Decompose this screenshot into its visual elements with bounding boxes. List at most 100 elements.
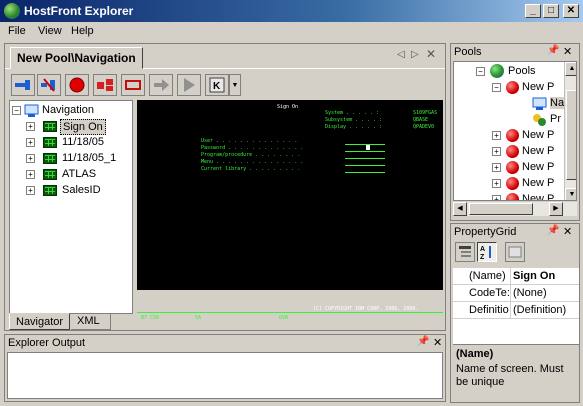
screen-sys-label: Subsystem . . . . : <box>325 117 383 123</box>
pin-icon[interactable]: 📌 <box>547 45 559 56</box>
property-value[interactable]: (None) <box>513 287 577 299</box>
terminal-screen-preview[interactable]: Sign On System . . . . . : Subsystem . .… <box>137 100 443 321</box>
maximize-button[interactable]: □ <box>543 4 559 18</box>
close-icon[interactable]: ✕ <box>433 336 442 349</box>
tree-item-label: SalesID <box>62 184 101 196</box>
expand-icon[interactable]: + <box>492 195 501 200</box>
screen-title: Sign On <box>277 104 299 110</box>
menu-file[interactable]: File <box>8 25 26 37</box>
screen-field-label: Current library . . . . . . . . . <box>201 166 301 172</box>
close-button[interactable]: ✕ <box>563 4 579 18</box>
scroll-left-icon[interactable]: ◀ <box>453 202 467 216</box>
tab-xml[interactable]: XML <box>71 313 111 330</box>
property-value[interactable]: Sign On <box>513 270 577 282</box>
loop-icon <box>125 80 141 90</box>
expand-icon[interactable]: + <box>26 186 35 195</box>
categorized-icon <box>459 246 471 257</box>
horizontal-scrollbar[interactable]: ◀ ▶ <box>453 202 577 216</box>
output-body[interactable] <box>7 352 443 399</box>
scroll-up-icon[interactable]: ▲ <box>565 62 576 76</box>
scroll-thumb[interactable] <box>566 90 576 180</box>
key-dropdown-button[interactable]: ▼ <box>229 74 241 96</box>
property-value[interactable]: (Definition) <box>513 304 577 316</box>
screen-input-line[interactable] <box>345 151 385 152</box>
property-row[interactable]: CodeTe: (None) <box>453 285 579 302</box>
tab-scroll-left-icon[interactable]: ◁ <box>397 49 405 60</box>
scroll-right-icon[interactable]: ▶ <box>549 202 563 216</box>
connect-button[interactable] <box>11 74 35 96</box>
menu-help[interactable]: Help <box>71 25 94 37</box>
tree-item[interactable]: + Sign On <box>10 119 130 135</box>
vertical-scrollbar[interactable]: ▲ ▼ <box>564 62 576 200</box>
screen-input-line[interactable] <box>345 172 385 173</box>
screen-icon <box>43 169 57 180</box>
expand-icon[interactable]: + <box>492 131 501 140</box>
property-row[interactable]: (Name) Sign On <box>453 268 579 285</box>
arrow-right-icon <box>154 79 169 91</box>
property-grid-title: PropertyGrid <box>454 226 517 238</box>
tree-item[interactable]: + ATLAS <box>10 167 130 183</box>
collapse-icon[interactable]: − <box>12 106 21 115</box>
screen-input-line[interactable] <box>345 144 385 145</box>
property-name: CodeTe: <box>469 287 510 299</box>
step-button[interactable] <box>149 74 173 96</box>
pool-child-label: Na <box>550 97 565 109</box>
property-pages-button[interactable] <box>505 242 525 262</box>
pin-icon[interactable]: 📌 <box>417 336 429 347</box>
expand-icon[interactable]: + <box>26 138 35 147</box>
pin-icon[interactable]: 📌 <box>547 225 559 236</box>
collapse-icon[interactable]: − <box>476 67 485 76</box>
pool-icon <box>506 129 519 142</box>
property-row[interactable]: Definitio (Definition) <box>453 302 579 319</box>
expand-icon[interactable]: + <box>26 154 35 163</box>
tab-navigator[interactable]: Navigator <box>9 313 71 330</box>
menu-view[interactable]: View <box>38 25 62 37</box>
pool-item-label: New P <box>522 129 555 141</box>
record-button[interactable] <box>65 74 89 96</box>
screen-field-label: Menu . . . . . . . . . . . . . . . <box>201 159 304 165</box>
pool-icon <box>506 161 519 174</box>
expand-icon[interactable]: + <box>26 122 35 131</box>
pool-item-label: New P <box>522 145 555 157</box>
refresh-button[interactable] <box>121 74 145 96</box>
screen-sys-value: QPADEV0 <box>413 124 435 130</box>
expand-icon[interactable]: + <box>26 170 35 179</box>
pool-item-label: New P <box>522 161 555 173</box>
tab-close-icon[interactable]: ✕ <box>426 47 436 61</box>
categorized-button[interactable] <box>455 242 475 262</box>
output-header: Explorer Output 📌 ✕ <box>5 335 445 351</box>
property-name: Definitio <box>469 304 509 316</box>
svg-text:Z: Z <box>480 254 485 260</box>
tab-navigation[interactable]: New Pool\Navigation <box>10 47 143 69</box>
column-divider[interactable] <box>510 302 511 319</box>
screen-input-line[interactable] <box>345 158 385 159</box>
disconnect-button[interactable] <box>37 74 61 96</box>
alphabetical-button[interactable]: AZ <box>477 242 497 262</box>
tree-item[interactable]: + 11/18/05_1 <box>10 151 130 167</box>
scroll-down-icon[interactable]: ▼ <box>565 188 576 200</box>
minimize-button[interactable]: _ <box>525 4 541 18</box>
column-divider[interactable] <box>510 268 511 285</box>
column-divider[interactable] <box>510 285 511 302</box>
screen-input-line[interactable] <box>345 165 385 166</box>
tree-item[interactable]: + 11/18/05 <box>10 135 130 151</box>
play-button[interactable] <box>177 74 201 96</box>
expand-icon[interactable]: + <box>492 179 501 188</box>
screen-sys-label: Display . . . . . : <box>325 124 383 130</box>
property-description-text: Name of screen. Must be unique <box>456 363 564 388</box>
expand-icon[interactable]: + <box>492 163 501 172</box>
collapse-icon[interactable]: − <box>492 83 501 92</box>
expand-icon[interactable]: + <box>492 147 501 156</box>
close-icon[interactable]: ✕ <box>563 225 572 238</box>
tree-item[interactable]: + SalesID <box>10 183 130 199</box>
document-panel: New Pool\Navigation ◁ ▷ ✕ K ▼ − Navigati… <box>4 43 446 331</box>
pool-child-label: Pr <box>550 113 561 125</box>
tree-root[interactable]: − Navigation <box>10 103 130 119</box>
pool-item-label: New P <box>522 81 555 93</box>
key-button[interactable]: K <box>205 74 229 96</box>
tab-scroll-right-icon[interactable]: ▷ <box>411 49 419 60</box>
scroll-thumb[interactable] <box>469 203 533 215</box>
screens-button[interactable] <box>93 74 117 96</box>
close-icon[interactable]: ✕ <box>563 45 572 58</box>
screen-field-label: User . . . . . . . . . . . . . . <box>201 138 298 144</box>
